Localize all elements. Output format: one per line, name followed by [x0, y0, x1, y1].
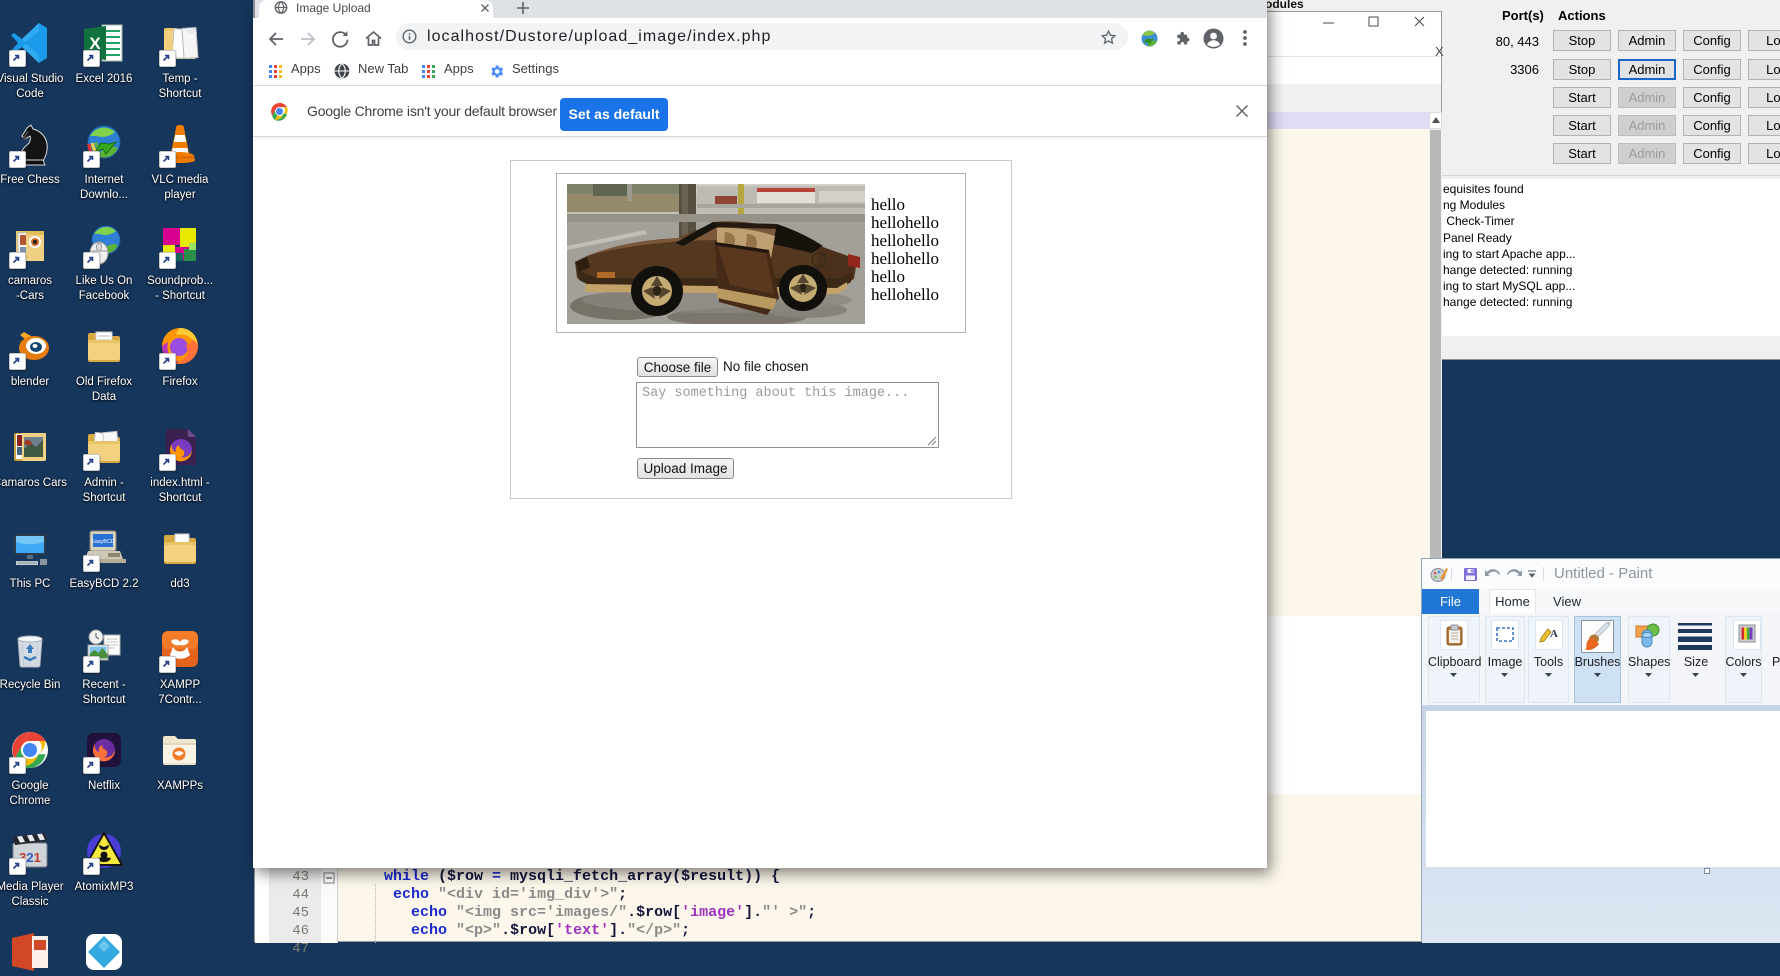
svg-text:EasyBCD: EasyBCD: [91, 539, 115, 545]
svg-text:A: A: [1550, 628, 1558, 640]
